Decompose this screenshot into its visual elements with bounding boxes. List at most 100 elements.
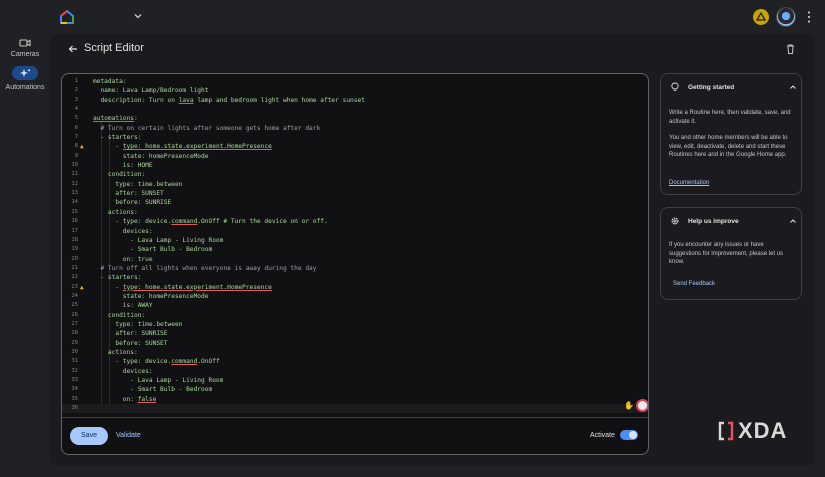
- code-line[interactable]: 21 # Turn off all lights when everyone i…: [62, 264, 648, 273]
- code-text: - Lava Lamp - Living Room: [93, 377, 224, 384]
- code-line[interactable]: 6 # Turn on certain lights after someone…: [62, 124, 648, 133]
- line-number: 12: [71, 180, 78, 187]
- line-number: 34: [71, 386, 78, 393]
- rail-item-label: Automations: [5, 84, 45, 91]
- code-line[interactable]: 25 is: AWAY: [62, 301, 648, 310]
- code-area[interactable]: 1 metadata: 2 name: Lava Lamp/Bedroom ligh…: [62, 77, 648, 415]
- code-line[interactable]: 12 type: time.between: [62, 180, 648, 189]
- code-line[interactable]: 10 is: HOME: [62, 161, 648, 170]
- code-line[interactable]: 13 after: SUNSET: [62, 189, 648, 198]
- alert-badge-icon[interactable]: [753, 9, 769, 25]
- chevron-up-icon[interactable]: [789, 217, 797, 225]
- code-text: type: time.between: [93, 320, 183, 328]
- code-line[interactable]: 20 on: true: [62, 255, 648, 264]
- code-line[interactable]: 28 after: SUNRISE: [62, 329, 648, 338]
- chevron-up-icon[interactable]: [789, 83, 797, 91]
- send-feedback-link[interactable]: Send Feedback: [673, 281, 715, 287]
- line-number: 13: [71, 190, 78, 197]
- code-line[interactable]: 29 before: SUNSET: [62, 339, 648, 348]
- code-text: condition:: [93, 171, 146, 179]
- code-text: state: homePresenceMode: [93, 292, 209, 300]
- card-paragraph: If you encounter any issues or have sugg…: [669, 242, 784, 265]
- code-line[interactable]: 3 description: Turn on lava lamp and bed…: [62, 96, 648, 105]
- code-text: - starters:: [93, 134, 142, 142]
- code-text: actions:: [93, 348, 138, 356]
- code-line[interactable]: 16 - type: device.command.OnOff # Turn t…: [62, 217, 648, 226]
- code-text: before: SUNSET: [93, 339, 168, 347]
- code-line[interactable]: 34 - Smart Bulb - Bedroom: [62, 385, 648, 394]
- code-text: automations:: [93, 115, 138, 123]
- back-arrow-icon[interactable]: [68, 44, 78, 54]
- grammar-check-icon[interactable]: [636, 399, 648, 412]
- line-number: 4: [74, 106, 78, 113]
- code-line[interactable]: 31 - type: device.command.OnOff: [62, 357, 648, 366]
- code-line[interactable]: 22 - starters:: [62, 273, 648, 282]
- code-line[interactable]: 1 metadata:: [62, 77, 648, 86]
- line-number: 11: [71, 171, 78, 178]
- code-line[interactable]: 32 devices:: [62, 367, 648, 376]
- rail-item-cameras[interactable]: Cameras: [3, 38, 47, 58]
- rail-item-label: Cameras: [10, 51, 40, 58]
- line-number: 20: [71, 255, 78, 262]
- lightbulb-icon: [671, 82, 679, 91]
- warning-icon[interactable]: ▲: [80, 283, 84, 292]
- code-text: is: AWAY: [93, 302, 153, 310]
- code-line[interactable]: 15 actions:: [62, 208, 648, 217]
- chevron-down-icon[interactable]: [132, 10, 144, 22]
- code-line[interactable]: 19 - Smart Bulb - Bedroom: [62, 245, 648, 254]
- activate-toggle[interactable]: [620, 430, 638, 440]
- save-button[interactable]: Save: [70, 427, 108, 445]
- code-line[interactable]: 36: [62, 404, 648, 414]
- xda-logo-icon: [718, 421, 734, 441]
- sparkle-icon: [19, 68, 31, 77]
- line-number: 5: [74, 115, 78, 122]
- line-number: 31: [71, 358, 78, 365]
- line-number: 21: [71, 264, 78, 271]
- avatar[interactable]: [776, 7, 796, 27]
- validate-button[interactable]: Validate: [116, 427, 141, 445]
- google-home-logo-icon[interactable]: [60, 10, 74, 24]
- code-line[interactable]: 11 condition:: [62, 170, 648, 179]
- code-line[interactable]: 18 - Lava Lamp - Living Room: [62, 236, 648, 245]
- documentation-link[interactable]: Documentation: [669, 180, 709, 186]
- line-number: 18: [71, 236, 78, 243]
- emoji-picker-icon[interactable]: ✋: [624, 401, 634, 410]
- code-line[interactable]: 7 - starters:: [62, 133, 648, 142]
- code-text: before: SUNRISE: [93, 199, 172, 207]
- code-line[interactable]: 9 state: homePresenceMode: [62, 152, 648, 161]
- code-line[interactable]: 30 actions:: [62, 348, 648, 357]
- code-line[interactable]: 23 ▲ - type: home.state.experiment.HomePr…: [62, 283, 648, 292]
- code-line[interactable]: 24 state: homePresenceMode: [62, 292, 648, 301]
- line-number: 10: [71, 162, 78, 169]
- code-text: on: false: [93, 395, 157, 403]
- settings-icon: [671, 217, 679, 225]
- code-line[interactable]: 26 condition:: [62, 311, 648, 320]
- rail-item-automations[interactable]: Automations: [3, 66, 47, 91]
- code-line[interactable]: 33 - Lava Lamp - Living Room: [62, 376, 648, 385]
- more-vert-icon[interactable]: [806, 10, 812, 24]
- warning-icon[interactable]: ▲: [80, 142, 84, 151]
- code-line[interactable]: 5 automations:: [62, 114, 648, 123]
- code-line[interactable]: 17 devices:: [62, 227, 648, 236]
- code-line[interactable]: 35 on: false: [62, 395, 648, 404]
- line-number: 28: [71, 330, 78, 337]
- navigation-rail: Cameras Automations: [0, 34, 50, 477]
- code-text: after: SUNSET: [93, 190, 164, 198]
- code-text: state: homePresenceMode: [93, 152, 209, 160]
- code-line[interactable]: 2 name: Lava Lamp/Bedroom light: [62, 86, 648, 95]
- code-text: type: time.between: [93, 180, 183, 188]
- code-text: # Turn off all lights when everyone is a…: [93, 264, 317, 272]
- code-line[interactable]: 8 ▲ - type: home.state.experiment.HomePre…: [62, 142, 648, 151]
- code-text: description: Turn on lava lamp and bedro…: [93, 96, 365, 104]
- code-line[interactable]: 14 before: SUNRISE: [62, 198, 648, 207]
- code-text: metadata:: [93, 78, 127, 85]
- line-number: 2: [74, 87, 78, 94]
- line-number: 33: [71, 377, 78, 383]
- editor-footer-divider: [62, 417, 648, 418]
- script-editor: 1 metadata: 2 name: Lava Lamp/Bedroom ligh…: [61, 73, 649, 455]
- line-number: 25: [71, 302, 78, 309]
- delete-icon[interactable]: [786, 44, 795, 54]
- code-line[interactable]: 4: [62, 105, 648, 114]
- code-line[interactable]: 27 type: time.between: [62, 320, 648, 329]
- line-number: 14: [71, 199, 78, 206]
